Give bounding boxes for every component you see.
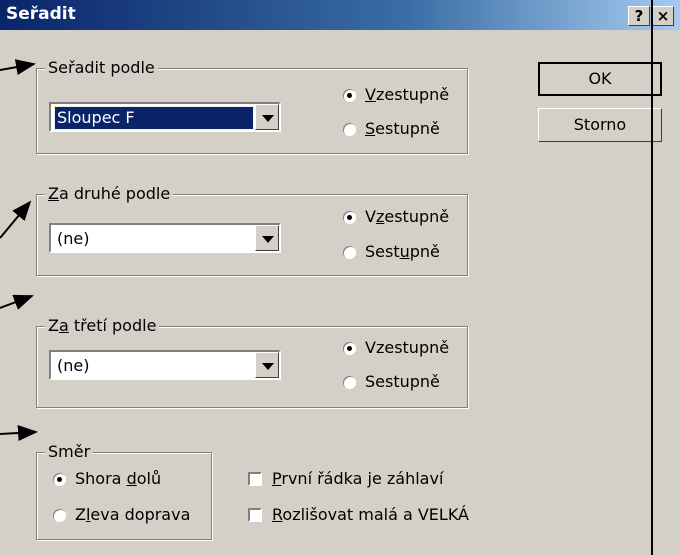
annotation-vertical-line xyxy=(651,0,653,555)
arrow-then-by xyxy=(0,200,32,239)
annotation-arrows xyxy=(0,59,38,441)
arrow-then-by-2 xyxy=(0,294,34,310)
arrow-direction xyxy=(0,425,38,441)
sort-dialog: Seřadit ? × Seřadit podle Sloupec F Vzes… xyxy=(0,0,680,555)
arrow-sort-by xyxy=(0,59,36,76)
